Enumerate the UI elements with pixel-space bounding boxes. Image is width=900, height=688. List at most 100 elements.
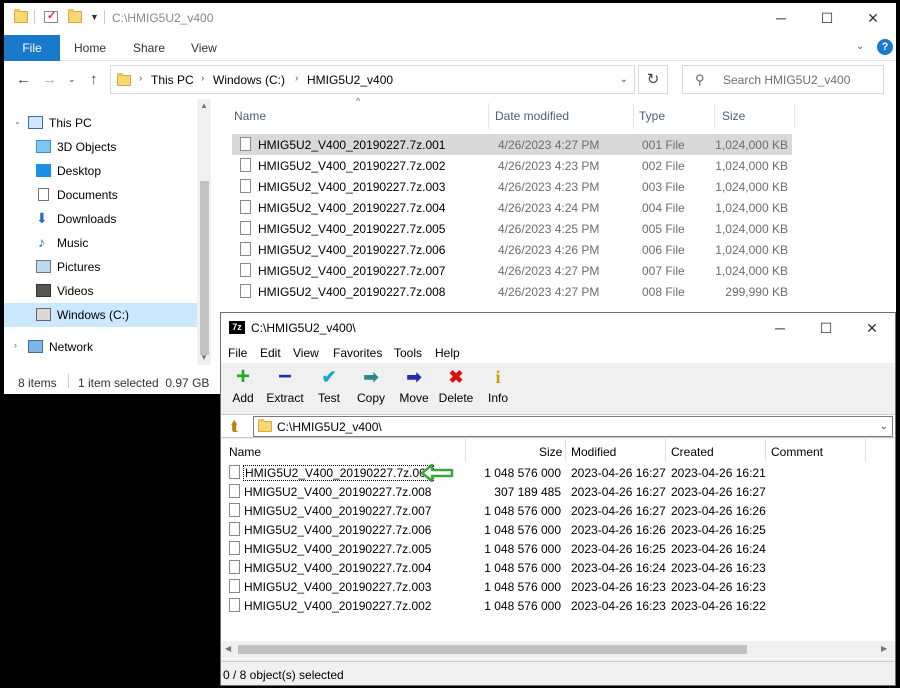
column-header-size[interactable]: Size [722, 109, 745, 123]
column-header-name[interactable]: Name [234, 109, 266, 123]
test-button[interactable]: ✔ Test [315, 367, 343, 409]
column-divider[interactable] [765, 439, 766, 461]
column-divider[interactable] [633, 103, 634, 129]
column-header-type[interactable]: Type [639, 109, 665, 123]
maximize-button[interactable]: ☐ [803, 313, 849, 343]
menu-tools[interactable]: Tools [394, 346, 422, 360]
sidebar-item-this-pc[interactable]: ⌄ This PC [4, 111, 197, 135]
chevron-right-icon[interactable]: › [14, 340, 17, 350]
scrollbar-thumb[interactable] [238, 645, 747, 654]
new-folder-icon[interactable] [68, 9, 82, 23]
sidebar-item-videos[interactable]: Videos [4, 279, 197, 303]
table-row[interactable]: HMIG5U2_V400_20190227.7z.002 4/26/2023 4:… [232, 155, 792, 176]
sidebar-item-desktop[interactable]: Desktop [4, 159, 197, 183]
sidebar-item-music[interactable]: ♪ Music [4, 231, 197, 255]
column-divider[interactable] [488, 103, 489, 129]
breadcrumb-drive[interactable]: Windows (C:) [213, 73, 285, 87]
table-row[interactable]: HMIG5U2_V400_20190227.7z.002 1 048 576 00… [221, 596, 895, 615]
sidebar-scrollbar[interactable]: ▲ ▼ [197, 99, 211, 365]
table-row[interactable]: HMIG5U2_V400_20190227.7z.003 4/26/2023 4:… [232, 176, 792, 197]
table-row[interactable]: HMIG5U2_V400_20190227.7z.007 4/26/2023 4:… [232, 260, 792, 281]
maximize-button[interactable]: ☐ [804, 3, 850, 33]
scroll-down-icon[interactable]: ▼ [200, 353, 208, 362]
properties-icon[interactable] [44, 9, 58, 23]
up-arrow-icon[interactable]: ↑ [90, 71, 98, 88]
tab-file[interactable]: File [4, 35, 60, 61]
column-divider[interactable] [714, 103, 715, 129]
sidebar-item-windows-c[interactable]: Windows (C:) [4, 303, 197, 327]
breadcrumb-this-pc[interactable]: This PC [151, 73, 194, 87]
table-row[interactable]: HMIG5U2_V400_20190227.7z.005 4/26/2023 4:… [232, 218, 792, 239]
table-row[interactable]: HMIG5U2_V400_20190227.7z.008 4/26/2023 4:… [232, 281, 792, 302]
sidebar-item-downloads[interactable]: ⬇ Downloads [4, 207, 197, 231]
copy-button[interactable]: ➡ Copy [355, 367, 387, 409]
chevron-right-icon[interactable]: › [295, 73, 298, 84]
extract-button[interactable]: − Extract [265, 365, 305, 409]
add-button[interactable]: + Add [229, 365, 257, 409]
column-divider[interactable] [794, 103, 795, 129]
scroll-up-icon[interactable]: ▲ [200, 101, 208, 110]
sidebar-item-3d-objects[interactable]: 3D Objects [4, 135, 197, 159]
sidebar-item-network[interactable]: › Network [4, 335, 197, 359]
chevron-right-icon[interactable]: › [201, 73, 204, 84]
minimize-button[interactable]: ─ [758, 3, 804, 33]
column-header-comment[interactable]: Comment [771, 445, 823, 459]
help-icon[interactable]: ? [877, 39, 893, 55]
delete-button[interactable]: ✖ Delete [438, 367, 474, 409]
column-divider[interactable] [865, 439, 866, 461]
table-row[interactable]: HMIG5U2_V400_20190227.7z.008 307 189 485 2… [221, 482, 895, 501]
column-divider[interactable] [665, 439, 666, 461]
column-header-name[interactable]: Name [229, 445, 261, 459]
sidebar-item-documents[interactable]: Documents [4, 183, 197, 207]
minimize-button[interactable]: ─ [757, 313, 803, 343]
table-row[interactable]: HMIG5U2_V400_20190227.7z.001 1 048 576 00… [221, 463, 895, 482]
table-row[interactable]: HMIG5U2_V400_20190227.7z.005 1 048 576 00… [221, 539, 895, 558]
table-row[interactable]: HMIG5U2_V400_20190227.7z.001 4/26/2023 4:… [232, 134, 792, 155]
table-row[interactable]: HMIG5U2_V400_20190227.7z.004 4/26/2023 4:… [232, 197, 792, 218]
table-row[interactable]: HMIG5U2_V400_20190227.7z.003 1 048 576 00… [221, 577, 895, 596]
table-row[interactable]: HMIG5U2_V400_20190227.7z.004 1 048 576 00… [221, 558, 895, 577]
chevron-down-icon[interactable]: ⌄ [856, 41, 864, 52]
tab-view[interactable]: View [191, 35, 217, 61]
column-header-size[interactable]: Size [539, 445, 562, 459]
scroll-left-icon[interactable]: ◀ [225, 644, 231, 653]
menu-help[interactable]: Help [435, 346, 460, 360]
quick-access-dropdown-icon[interactable]: ▼ [90, 12, 99, 22]
search-input[interactable]: ⚲ Search HMIG5U2_v400 [682, 65, 884, 94]
tab-home[interactable]: Home [74, 35, 106, 61]
horizontal-scrollbar[interactable]: ◀ ▶ [221, 641, 895, 658]
menu-view[interactable]: View [293, 346, 319, 360]
move-button[interactable]: ➡ Move [397, 367, 431, 409]
chevron-down-icon[interactable]: ⌄ [14, 117, 21, 126]
up-folder-icon[interactable]: ⮬ [225, 417, 245, 435]
column-header-created[interactable]: Created [671, 445, 714, 459]
chevron-down-icon[interactable]: ⌄ [620, 74, 628, 85]
close-button[interactable]: ✕ [850, 3, 896, 33]
column-header-date[interactable]: Date modified [495, 109, 569, 123]
scroll-right-icon[interactable]: ▶ [881, 644, 887, 653]
menu-edit[interactable]: Edit [260, 346, 281, 360]
chevron-down-icon[interactable]: ⌄ [880, 421, 888, 432]
recent-locations-icon[interactable]: ⌄ [68, 74, 76, 85]
path-input[interactable]: C:\HMIG5U2_v400\ ⌄ [253, 416, 893, 437]
column-divider[interactable] [465, 439, 466, 461]
refresh-button[interactable]: ↻ [638, 65, 668, 94]
breadcrumb-folder[interactable]: HMIG5U2_v400 [307, 73, 393, 87]
column-header-modified[interactable]: Modified [571, 445, 616, 459]
chevron-right-icon[interactable]: › [139, 73, 142, 84]
column-divider[interactable] [565, 439, 566, 461]
folder-icon[interactable] [14, 9, 28, 23]
table-row[interactable]: HMIG5U2_V400_20190227.7z.006 1 048 576 00… [221, 520, 895, 539]
menu-file[interactable]: File [228, 346, 247, 360]
close-button[interactable]: ✕ [849, 313, 895, 343]
sidebar-item-pictures[interactable]: Pictures [4, 255, 197, 279]
tab-share[interactable]: Share [133, 35, 165, 61]
forward-arrow-icon[interactable]: → [42, 71, 57, 88]
back-arrow-icon[interactable]: ← [16, 71, 31, 88]
table-row[interactable]: HMIG5U2_V400_20190227.7z.007 1 048 576 00… [221, 501, 895, 520]
address-bar[interactable]: › This PC › Windows (C:) › HMIG5U2_v400 … [110, 65, 635, 94]
scrollbar-thumb[interactable] [200, 181, 209, 355]
table-row[interactable]: HMIG5U2_V400_20190227.7z.006 4/26/2023 4:… [232, 239, 792, 260]
menu-favorites[interactable]: Favorites [333, 346, 382, 360]
info-button[interactable]: i Info [485, 367, 511, 409]
